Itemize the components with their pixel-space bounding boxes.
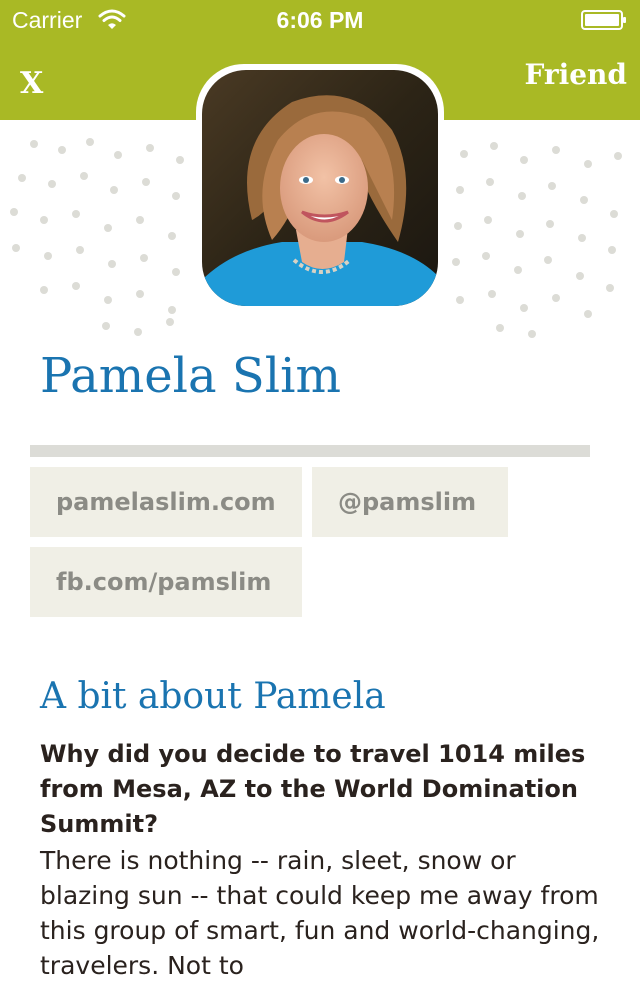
about-heading: A bit about Pamela: [40, 676, 386, 717]
facebook-link[interactable]: fb.com/pamslim: [30, 547, 302, 617]
friend-button[interactable]: Friend: [524, 58, 627, 91]
about-question: Why did you decide to travel 1014 miles …: [40, 740, 586, 838]
twitter-link[interactable]: @pamslim: [312, 467, 508, 537]
close-button[interactable]: X: [20, 66, 43, 101]
avatar-frame: [196, 64, 444, 312]
divider: [30, 445, 590, 457]
profile-name: Pamela Slim: [40, 348, 342, 404]
clock: 6:06 PM: [276, 7, 364, 33]
website-link[interactable]: pamelaslim.com: [30, 467, 302, 537]
battery-icon: [581, 10, 626, 30]
about-answer: There is nothing -- rain, sleet, snow or…: [40, 846, 600, 980]
status-bar: Carrier 6:06 PM: [0, 0, 640, 40]
avatar[interactable]: [202, 70, 438, 306]
